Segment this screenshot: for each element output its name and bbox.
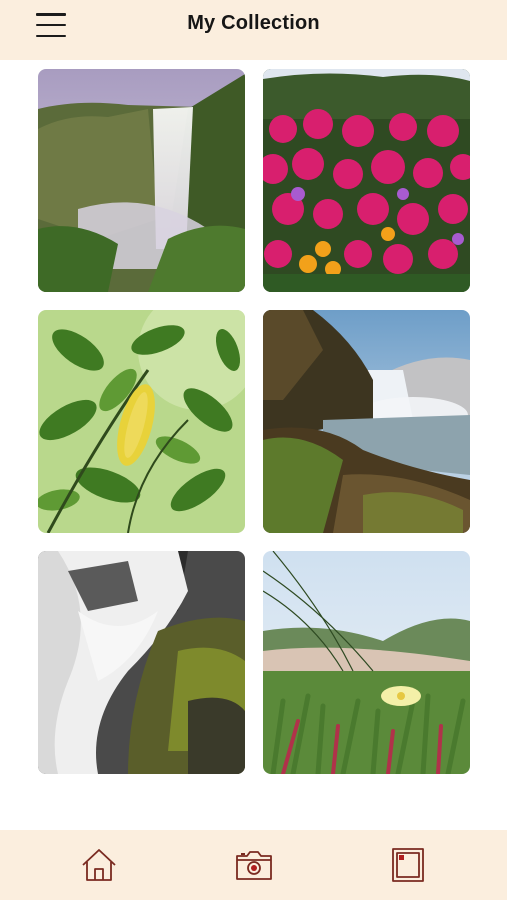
app-screen: My Collection: [0, 0, 507, 900]
photo-waterfall-cliff: [38, 69, 245, 292]
bottom-navigation: [0, 830, 507, 900]
photo-waterfall-coast: [263, 310, 470, 533]
photo-tile[interactable]: [263, 310, 470, 533]
photo-pink-flowers: [263, 69, 470, 292]
photo-tile[interactable]: [263, 69, 470, 292]
photo-tile[interactable]: [38, 310, 245, 533]
top-bar: My Collection: [0, 0, 507, 60]
photo-succulent-dunes: [263, 551, 470, 774]
page-title: My Collection: [187, 12, 320, 34]
gallery-icon[interactable]: [389, 846, 427, 884]
home-icon[interactable]: [80, 846, 118, 884]
photo-grid: [38, 69, 470, 774]
photo-tile[interactable]: [263, 551, 470, 774]
photo-tile[interactable]: [38, 69, 245, 292]
camera-icon[interactable]: [235, 846, 273, 884]
photo-mossy-waterfall: [38, 551, 245, 774]
photo-tile[interactable]: [38, 551, 245, 774]
photo-green-leaves: [38, 310, 245, 533]
